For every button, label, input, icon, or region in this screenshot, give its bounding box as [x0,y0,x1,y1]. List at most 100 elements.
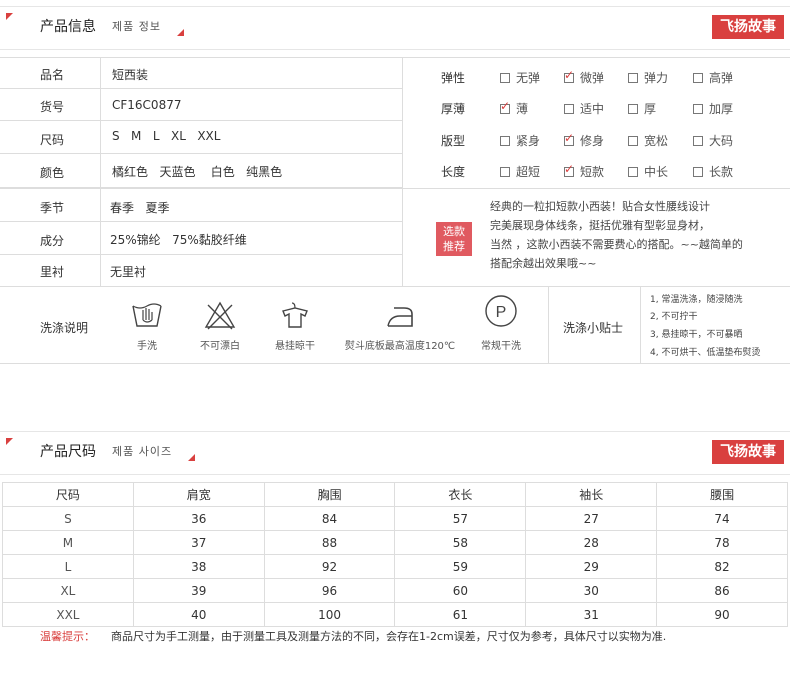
option: 长款 [693,163,733,180]
wash-caption: 不可漂白 [200,341,240,352]
table-row: L 38 92 59 29 82 [2,554,788,579]
option-label: 短款 [580,165,605,179]
promo-line: 经典的一粒扣短款小西装！贴合女性腰线设计 [490,200,710,213]
checkbox-checked-icon [500,99,510,114]
option-slight: 微弹 [564,68,605,86]
checkbox-icon [628,73,638,83]
attribute-label: 厚薄 [441,102,466,116]
table-cell: 100 [263,602,396,627]
tip-item: 4, 不可烘干、低温垫布熨烫 [650,348,761,358]
table-cell: XL [2,578,134,603]
promo-line: 完美展现身体线条，挺括优雅有型彰显身材， [490,219,710,232]
size-table: 尺码 肩宽 胸围 衣长 袖长 腰围 S 36 84 57 27 74 M 37 … [2,482,788,627]
badge-line: 推荐 [443,240,465,253]
checkbox-checked-icon [564,131,574,146]
column-header: 胸围 [263,482,396,507]
table-cell: 86 [656,578,788,603]
table-cell: 82 [656,554,788,579]
section-subtitle: 제품 사이즈 [112,445,173,458]
column-header: 尺码 [2,482,134,507]
iron-icon [387,307,413,327]
option: 宽松 [628,132,668,149]
table-cell: 84 [263,506,396,531]
table-cell: 39 [132,578,265,603]
checkbox-icon [628,167,638,177]
corner-mark-icon [6,13,13,20]
no-bleach-icon [204,301,236,330]
table-cell: 74 [656,506,788,531]
column-header: 袖长 [525,482,658,507]
option: 薄 [500,99,529,117]
option-none: 无弹 [500,69,540,86]
attribute-label: 弹性 [441,71,466,85]
option-label: 高弹 [709,71,734,85]
option: 厚 [628,100,656,117]
wash-label: 洗涤说明 [40,321,89,335]
option-label: 超短 [516,165,541,179]
option-label: 弹力 [644,71,669,85]
column-header: 衣长 [394,482,527,507]
badge-line: 选款 [443,225,465,238]
tip-item: 1, 常温洗涤，随浸随洗 [650,295,743,305]
promo-line: 搭配余越出效果哦~~ [490,257,597,270]
table-cell: 78 [656,530,788,555]
corner-arrow-icon [177,29,184,36]
table-cell: XXL [2,602,134,627]
checkbox-icon [693,73,703,83]
option-label: 薄 [516,102,529,116]
checkbox-icon [693,136,703,146]
svg-text:P: P [496,304,507,321]
option-label: 长款 [709,165,734,179]
recommend-badge: 选款 推荐 [436,222,472,256]
table-cell: M [2,530,134,555]
option: 紧身 [500,132,540,149]
option-elastic: 弹力 [628,69,668,86]
wash-caption: 悬挂晾干 [275,341,315,352]
tip-item: 3, 悬挂晾干，不可暴晒 [650,330,743,340]
brand-logo: 飞扬故事 [712,15,784,39]
table-cell: 38 [132,554,265,579]
info-row: 季节 春季 夏季 [0,188,402,222]
option: 中长 [628,163,668,180]
option: 适中 [564,100,604,117]
note-label: 温馨提示： [40,630,95,643]
option-label: 加厚 [709,102,734,116]
table-cell: 96 [263,578,396,603]
table-row: XL 39 96 60 30 86 [2,578,788,603]
attributes-panel: 弹性 无弹 微弹 弹力 高弹 厚薄 薄 适中 厚 加厚 版型 紧身 修身 宽松 … [0,57,790,187]
section-title: 产品信息 [40,19,96,35]
table-row: XXL 40 100 61 31 90 [2,602,788,627]
table-row: S 36 84 57 27 74 [2,506,788,531]
table-cell: 31 [525,602,658,627]
hand-wash-icon [132,303,162,327]
option: 短款 [564,162,605,180]
info-row: 成分 25%锦纶 75%黏胶纤维 [0,222,402,255]
table-cell: 88 [263,530,396,555]
promo-description: 经典的一粒扣短款小西装！贴合女性腰线设计 完美展现身体线条，挺括优雅有型彰显身材… [490,197,775,273]
checkbox-checked-icon [564,68,574,83]
table-cell: 28 [525,530,658,555]
attribute-label: 长度 [441,165,466,179]
option-label: 适中 [580,102,605,116]
checkbox-icon [693,104,703,114]
checkbox-icon [500,73,510,83]
wash-caption: 手洗 [137,341,157,352]
info-label: 成分 [40,234,65,248]
table-cell: 60 [394,578,527,603]
checkbox-icon [693,167,703,177]
option-label: 微弹 [580,71,605,85]
table-cell: 40 [132,602,265,627]
info-value: 春季 夏季 [110,201,170,215]
option-label: 大码 [709,134,734,148]
option: 大码 [693,132,733,149]
hang-dry-icon [282,302,308,328]
section-header-size: 产品尺码 제품 사이즈 飞扬故事 [0,431,790,475]
table-cell: 29 [525,554,658,579]
checkbox-icon [628,104,638,114]
table-cell: 59 [394,554,527,579]
table-cell: 90 [656,602,788,627]
size-note: 温馨提示： 商品尺寸为手工测量，由于测量工具及测量方法的不同，会存在1-2cm误差… [40,628,666,644]
info-label: 季节 [40,201,65,215]
table-cell: 36 [132,506,265,531]
wash-instructions: 洗涤说明 手洗 不可漂白 悬挂晾干 熨斗底板最高温度120℃ P 常规干洗 洗涤… [0,286,790,364]
